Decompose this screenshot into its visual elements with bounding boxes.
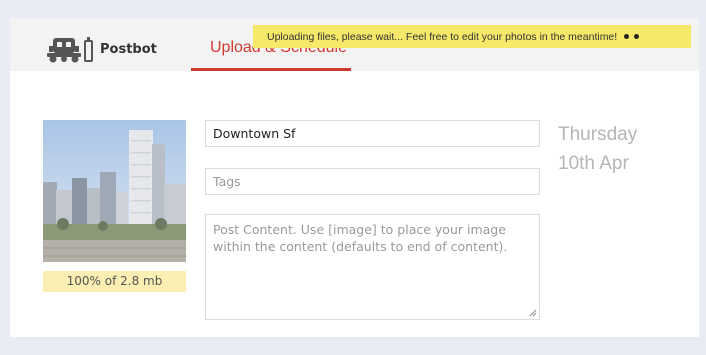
post-title-input[interactable]: Downtown Sf bbox=[205, 120, 540, 147]
app-window: Postbot Upload & Schedule bbox=[10, 18, 699, 337]
upload-progress-label: 100% of 2.8 mb bbox=[43, 271, 186, 292]
schedule-date[interactable]: 10th Apr bbox=[558, 153, 629, 175]
toast-message: Uploading files, please wait... Feel fre… bbox=[267, 30, 618, 43]
loading-dot bbox=[624, 34, 630, 39]
active-tab-indicator bbox=[191, 68, 351, 71]
schedule-day[interactable]: Thursday bbox=[558, 124, 637, 146]
loading-dot bbox=[634, 34, 640, 39]
uploaded-photo-thumbnail[interactable] bbox=[43, 120, 186, 262]
tags-input[interactable]: Tags bbox=[205, 168, 540, 195]
content-placeholder: Post Content. Use [image] to place your … bbox=[213, 222, 508, 254]
loading-dots-icon bbox=[624, 34, 640, 39]
post-content-textarea[interactable]: Post Content. Use [image] to place your … bbox=[205, 214, 540, 320]
city-photo-image bbox=[43, 120, 186, 262]
brand[interactable]: Postbot bbox=[44, 35, 157, 63]
upload-status-toast: Uploading files, please wait... Feel fre… bbox=[253, 25, 691, 48]
resize-handle-icon[interactable] bbox=[529, 309, 537, 317]
robot-logo-icon bbox=[47, 37, 93, 63]
brand-name: Postbot bbox=[100, 41, 157, 57]
